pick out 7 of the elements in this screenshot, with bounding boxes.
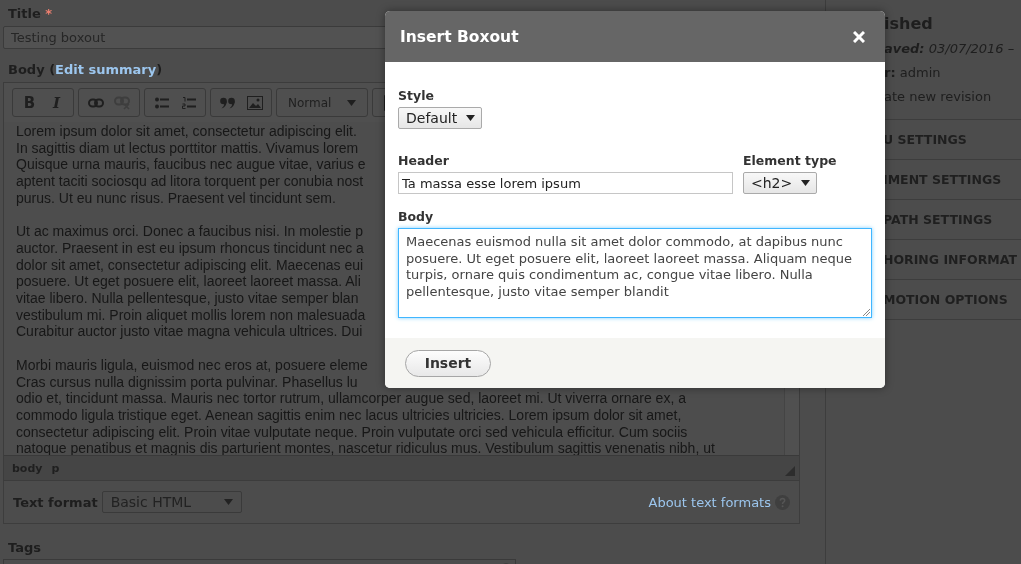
required-mark: * — [45, 6, 53, 21]
dialog-title: Insert Boxout — [400, 27, 519, 46]
body-label: Body — [398, 209, 435, 224]
body-label-end: ) — [156, 62, 163, 77]
header-label: Header — [398, 153, 450, 168]
element-type-label: Element type — [743, 153, 837, 168]
style-label: Style — [398, 88, 435, 103]
